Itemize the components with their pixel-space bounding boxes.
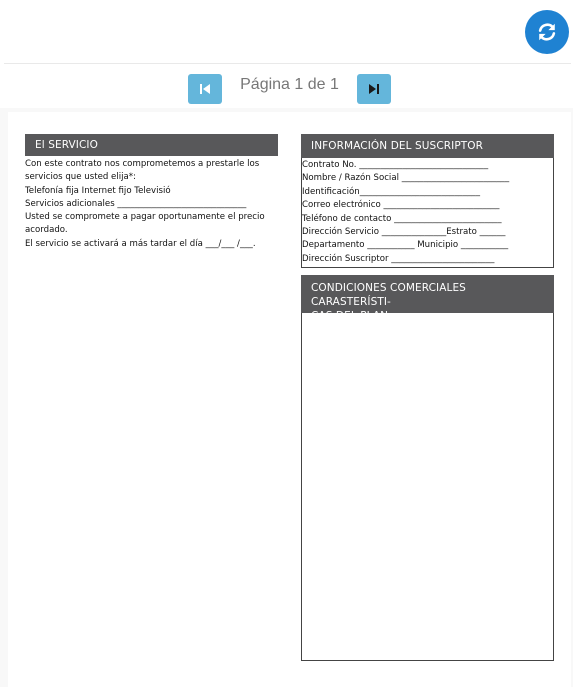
skip-first-icon — [200, 84, 210, 94]
suscriptor-line: Nombre / Razón Social __________________… — [302, 173, 510, 184]
servicio-line: El servicio se activará a más tardar el … — [25, 238, 256, 249]
last-page-button[interactable] — [357, 74, 391, 104]
servicio-line: servicios que usted elija*: — [25, 172, 136, 183]
condiciones-title-line: CONDICIONES COMERCIALES CARASTERÍSTI- — [311, 282, 466, 308]
suscriptor-line: Departamento ___________ Municipio _____… — [302, 240, 509, 251]
servicio-line: Con este contrato nos comprometemos a pr… — [25, 159, 260, 169]
servicio-line: acordado. — [25, 225, 68, 236]
page-indicator: Página 1 de 1 — [240, 76, 339, 93]
condiciones-box — [301, 275, 554, 661]
servicio-line: Usted se compromete a pagar oportunament… — [25, 212, 265, 223]
condiciones-title-line: CAS DEL PLAN — [311, 310, 389, 322]
servicio-line: Servicios adicionales __________________… — [25, 198, 247, 209]
refresh-icon — [538, 23, 556, 41]
suscriptor-line: Identificación__________________________… — [302, 186, 481, 197]
suscriptor-line: Contrato No. ___________________________… — [302, 160, 489, 170]
top-toolbar — [0, 0, 579, 63]
suscriptor-line: Correo electrónico _____________________… — [302, 200, 500, 211]
servicio-line: Telefonía fija Internet fijo Televisió — [25, 185, 171, 196]
suscriptor-section-title: INFORMACIÓN DEL SUSCRIPTOR — [301, 134, 554, 158]
refresh-button[interactable] — [525, 10, 569, 54]
suscriptor-section-body: Contrato No. ___________________________… — [302, 159, 552, 266]
suscriptor-line: Dirección Servicio _______________Estrat… — [302, 227, 506, 238]
pagination-bar: Página 1 de 1 — [0, 64, 579, 108]
suscriptor-line: Dirección Suscriptor ___________________… — [302, 253, 495, 264]
suscriptor-line: Teléfono de contacto ___________________… — [302, 213, 502, 224]
servicio-section-title: El SERVICIO — [25, 134, 278, 156]
skip-last-icon — [369, 84, 379, 94]
first-page-button[interactable] — [188, 74, 222, 104]
condiciones-section-title: CONDICIONES COMERCIALES CARASTERÍSTI- CA… — [301, 275, 554, 322]
servicio-section-body: Con este contrato nos comprometemos a pr… — [25, 158, 278, 251]
